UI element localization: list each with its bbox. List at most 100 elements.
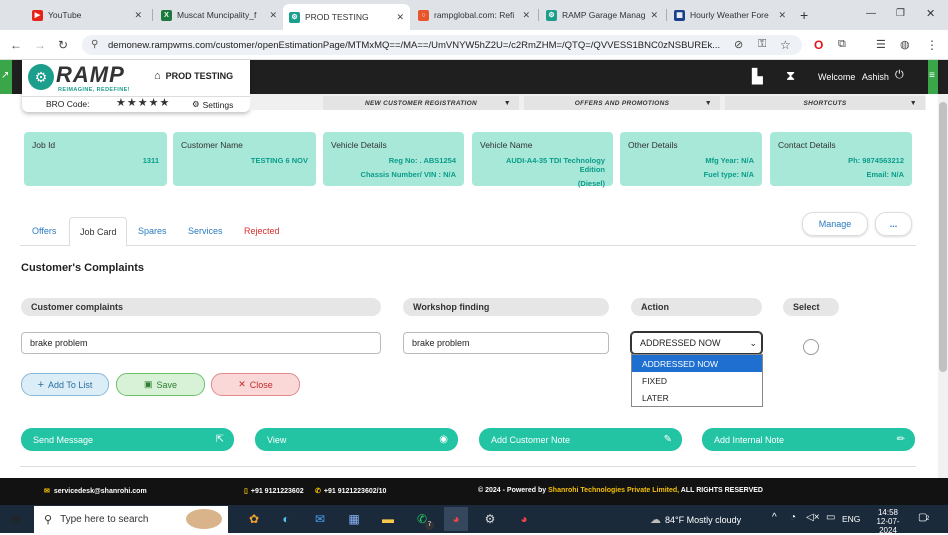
add-to-list-button[interactable]: + Add To List (21, 373, 109, 396)
language-indicator[interactable]: ENG (842, 514, 860, 524)
footer-phone-1[interactable]: ▯ +91 9121223602 (244, 487, 304, 496)
view-button[interactable]: View ◉ (255, 428, 458, 451)
copilot-icon[interactable]: ✿ (242, 507, 266, 531)
hourglass-icon[interactable]: ⧗ (786, 68, 795, 84)
scrollbar-thumb[interactable] (939, 102, 947, 372)
browser-tab-weather[interactable]: ▦ Hourly Weather Fore ✕ (668, 4, 792, 26)
eye-off-icon[interactable]: ⊘ (734, 38, 743, 51)
maximize-button[interactable]: ❐ (896, 8, 905, 19)
caret-down-icon: ▼ (909, 99, 917, 107)
reading-list-icon[interactable]: ☰ (876, 38, 886, 51)
clock[interactable]: 14:58 12-07-2024 (868, 508, 908, 535)
right-menu-tab[interactable]: ≡ (928, 60, 938, 94)
settings-label: Settings (202, 99, 234, 110)
send-message-button[interactable]: Send Message ⇱ (21, 428, 234, 451)
bookmark-star-icon[interactable]: ☆ (780, 38, 791, 52)
close-icon[interactable]: ✕ (650, 10, 658, 21)
taskbar-search-box[interactable]: ⚲ Type here to search (34, 506, 228, 533)
edge-icon[interactable]: ◐ (274, 507, 298, 531)
key-icon[interactable]: ⚿ (758, 38, 766, 51)
network-icon[interactable]: ◔ (790, 512, 796, 523)
profile-icon[interactable]: ◍ (900, 38, 910, 51)
tab-rejected[interactable]: Rejected (244, 226, 280, 236)
mail-app-icon[interactable]: ✉ (308, 507, 332, 531)
settings-app-icon[interactable]: ⚙ (478, 507, 502, 531)
close-icon[interactable]: ✕ (134, 10, 142, 21)
notification-count: 2 (926, 516, 930, 522)
address-bar: ← → ↻ ⚲ demonew.rampwms.com/customer/ope… (0, 30, 948, 60)
window-close-button[interactable]: ✕ (926, 7, 935, 20)
page-scrollbar[interactable] (938, 94, 948, 478)
browser-tab-ramp-garage[interactable]: ⚙ RAMP Garage Manag ✕ (540, 4, 664, 26)
close-icon[interactable]: ✕ (269, 10, 277, 21)
select-checkbox[interactable] (803, 339, 819, 355)
browser-tab-prod-testing[interactable]: ⚙ PROD TESTING ✕ (283, 4, 410, 30)
chevron-up-icon[interactable]: ^ (772, 512, 777, 523)
shortcuts-dropdown[interactable]: SHORTCUTS ▼ (725, 96, 925, 110)
tab-label: rampglobal.com: Refi (434, 10, 515, 20)
extensions-icon[interactable]: ⧉ (838, 38, 846, 51)
vehicle-name-card: Vehicle Name AUDI-A4-35 TDI Technology E… (472, 132, 613, 188)
menu-kebab-icon[interactable]: ⋮ (926, 38, 938, 52)
chrome-icon-active[interactable]: ◕ (444, 507, 468, 531)
new-tab-button[interactable]: + (800, 7, 808, 23)
option-fixed[interactable]: FIXED (632, 372, 762, 389)
tab-services[interactable]: Services (188, 226, 223, 236)
close-icon[interactable]: ✕ (778, 10, 786, 21)
browser-tab-rampglobal[interactable]: ○ rampglobal.com: Refi ✕ (412, 4, 536, 26)
option-addressed-now[interactable]: ADDRESSED NOW (632, 355, 762, 372)
file-explorer-icon[interactable]: ▬ (376, 507, 400, 531)
store-icon[interactable]: ▦ (342, 507, 366, 531)
new-customer-registration-dropdown[interactable]: NEW CUSTOMER REGISTRATION ▼ (323, 96, 519, 110)
left-chart-tab[interactable]: ↗ (0, 60, 12, 94)
power-icon[interactable]: ⏻ (895, 69, 904, 82)
battery-icon[interactable]: ▭ (826, 512, 835, 523)
footer-phone-2[interactable]: ✆ +91 9121223602/10 (315, 487, 386, 496)
star-icon: ★ (148, 97, 160, 109)
customer-name-value: TESTING 6 NOV (250, 156, 308, 165)
settings-link[interactable]: ⚙ Settings (192, 99, 233, 110)
offers-promotions-dropdown[interactable]: OFFERS AND PROMOTIONS ▼ (524, 96, 720, 110)
tab-offers[interactable]: Offers (32, 226, 56, 236)
chart-bars-icon[interactable]: ▙ (752, 68, 763, 85)
chrome-icon[interactable]: ◕ (512, 507, 536, 531)
company-link[interactable]: Shanrohi Technologies Private Limited, (548, 487, 679, 494)
finding-input[interactable]: brake problem (403, 332, 609, 354)
windows-start-icon[interactable]: ⊞ (4, 507, 28, 531)
tab-spares[interactable]: Spares (138, 226, 167, 236)
whatsapp-icon[interactable]: ✆ 7 (410, 507, 434, 531)
complaint-input[interactable]: brake problem (21, 332, 381, 354)
more-options-button[interactable]: ... (875, 212, 912, 236)
page-footer: ✉ servicedesk@shanrohi.com ▯ +91 9121223… (0, 478, 948, 505)
close-icon[interactable]: ✕ (522, 10, 530, 21)
gear-icon: ⚙ (192, 99, 200, 109)
opera-icon[interactable]: O (814, 38, 823, 52)
mobile-icon: ▯ (244, 488, 248, 495)
add-customer-note-button[interactable]: Add Customer Note ✎ (479, 428, 682, 451)
save-button[interactable]: ▣ Save (116, 373, 205, 396)
footer-email[interactable]: ✉ servicedesk@shanrohi.com (44, 487, 147, 496)
close-icon[interactable]: ✕ (396, 12, 404, 23)
option-later[interactable]: LATER (632, 389, 762, 406)
volume-muted-icon[interactable]: ◁× (806, 512, 820, 523)
notification-icon[interactable]: ▢ 2 (918, 512, 930, 523)
close-button[interactable]: ✕ Close (211, 373, 300, 396)
contact-details-card: Contact Details Ph: 9874563212 Email: N/… (770, 132, 912, 186)
manage-button[interactable]: Manage (802, 212, 868, 236)
home-icon[interactable]: ⌂ (154, 70, 161, 82)
site-info-icon[interactable]: ⚲ (91, 39, 98, 50)
action-select[interactable]: ADDRESSED NOW ⌄ (630, 331, 763, 355)
url-field[interactable]: ⚲ demonew.rampwms.com/customer/openEstim… (82, 35, 802, 55)
email-value: Email: N/A (866, 170, 904, 179)
tab-job-card[interactable]: Job Card (69, 217, 127, 246)
eye-icon: ◉ (439, 434, 448, 445)
logo-tagline: REIMAGINE, REDEFINE! (58, 87, 130, 93)
add-internal-note-button[interactable]: Add Internal Note ✏ (702, 428, 915, 451)
reload-icon[interactable]: ↻ (58, 38, 68, 52)
back-arrow-icon[interactable]: ← (10, 38, 22, 52)
weather-widget[interactable]: ☁ 84°F Mostly cloudy (650, 513, 741, 526)
browser-tab-youtube[interactable]: ▶ YouTube ✕ (26, 4, 148, 26)
forward-arrow-icon[interactable]: → (34, 38, 46, 52)
browser-tab-muscat[interactable]: X Muscat Muncipality_f ✕ (155, 4, 283, 26)
minimize-button[interactable]: — (866, 8, 876, 19)
